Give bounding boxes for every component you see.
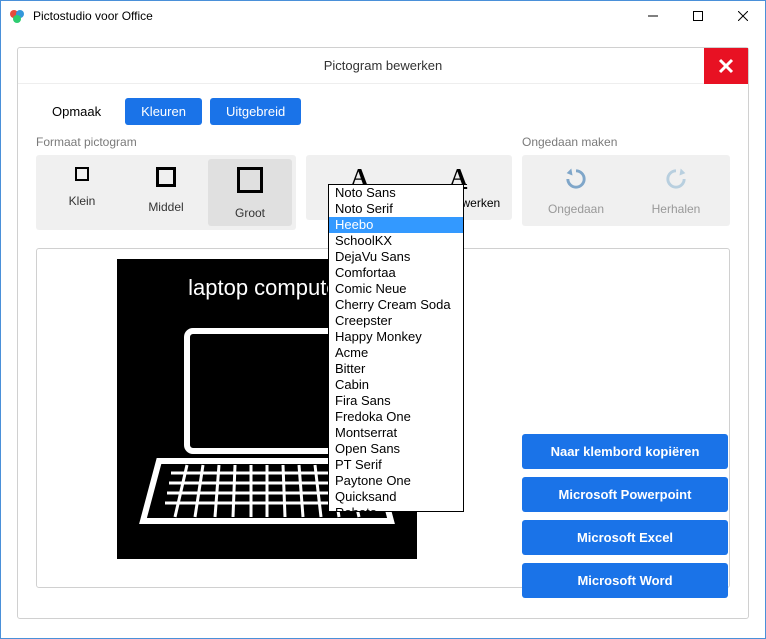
main-panel: Pictogram bewerken Opmaak Kleuren Uitgeb… xyxy=(17,47,749,619)
font-item[interactable]: Comfortaa xyxy=(329,265,463,281)
font-item[interactable]: Montserrat xyxy=(329,425,463,441)
font-item[interactable]: Fira Sans xyxy=(329,393,463,409)
font-item[interactable]: DejaVu Sans xyxy=(329,249,463,265)
titlebar: Pictostudio voor Office xyxy=(1,1,765,31)
font-item[interactable]: Heebo xyxy=(329,217,463,233)
font-item[interactable]: Happy Monkey xyxy=(329,329,463,345)
tab-opmaak[interactable]: Opmaak xyxy=(36,98,117,125)
font-item[interactable]: Cherry Cream Soda xyxy=(329,297,463,313)
font-item[interactable]: Cabin xyxy=(329,377,463,393)
panel-close-button[interactable] xyxy=(704,48,748,84)
export-powerpoint-button[interactable]: Microsoft Powerpoint xyxy=(522,477,728,512)
square-small-icon xyxy=(75,167,89,181)
font-item[interactable]: PT Serif xyxy=(329,457,463,473)
font-item[interactable]: SchoolKX xyxy=(329,233,463,249)
text-label xyxy=(306,135,512,149)
minimize-button[interactable] xyxy=(630,1,675,31)
font-item[interactable]: Open Sans xyxy=(329,441,463,457)
format-label: Formaat pictogram xyxy=(36,135,296,149)
export-word-button[interactable]: Microsoft Word xyxy=(522,563,728,598)
font-item[interactable]: Paytone One xyxy=(329,473,463,489)
font-dropdown[interactable]: Noto SansNoto SerifHeeboSchoolKXDejaVu S… xyxy=(328,184,464,512)
copy-clipboard-button[interactable]: Naar klembord kopiëren xyxy=(522,434,728,469)
tab-bar: Opmaak Kleuren Uitgebreid xyxy=(18,84,748,135)
window-title: Pictostudio voor Office xyxy=(33,9,630,23)
tab-uitgebreid[interactable]: Uitgebreid xyxy=(210,98,301,125)
undo-button[interactable]: Ongedaan xyxy=(526,159,626,222)
font-item[interactable]: Bitter xyxy=(329,361,463,377)
size-klein[interactable]: Klein xyxy=(40,159,124,226)
panel-header: Pictogram bewerken xyxy=(18,48,748,84)
square-large-icon xyxy=(237,167,263,193)
undo-label: Ongedaan maken xyxy=(522,135,730,149)
font-item[interactable]: Noto Sans xyxy=(329,185,463,201)
font-item[interactable]: Creepster xyxy=(329,313,463,329)
font-item[interactable]: Comic Neue xyxy=(329,281,463,297)
redo-button[interactable]: Herhalen xyxy=(626,159,726,222)
font-item[interactable]: Quicksand xyxy=(329,489,463,505)
font-item[interactable]: Fredoka One xyxy=(329,409,463,425)
export-excel-button[interactable]: Microsoft Excel xyxy=(522,520,728,555)
redo-btn-label: Herhalen xyxy=(626,202,726,216)
redo-icon xyxy=(662,165,690,193)
maximize-button[interactable] xyxy=(675,1,720,31)
font-item[interactable]: Roboto xyxy=(329,505,463,512)
size-middel[interactable]: Middel xyxy=(124,159,208,226)
square-medium-icon xyxy=(156,167,176,187)
size-groot[interactable]: Groot xyxy=(208,159,292,226)
undo-icon xyxy=(562,165,590,193)
panel-title: Pictogram bewerken xyxy=(324,58,443,73)
tab-kleuren[interactable]: Kleuren xyxy=(125,98,202,125)
size-groot-label: Groot xyxy=(208,206,292,220)
font-item[interactable]: Acme xyxy=(329,345,463,361)
size-klein-label: Klein xyxy=(40,194,124,208)
font-item[interactable]: Noto Serif xyxy=(329,201,463,217)
size-middel-label: Middel xyxy=(124,200,208,214)
close-button[interactable] xyxy=(720,1,765,31)
app-icon xyxy=(9,8,25,24)
export-actions: Naar klembord kopiëren Microsoft Powerpo… xyxy=(522,434,728,598)
undo-btn-label: Ongedaan xyxy=(526,202,626,216)
